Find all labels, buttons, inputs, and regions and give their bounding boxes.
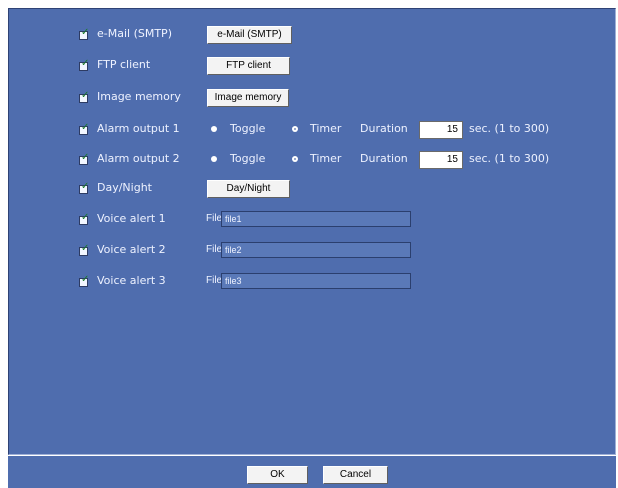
image-memory-label: Image memory [97,90,181,103]
checkmark-icon: ✓ [81,122,90,133]
voice-alert-2-label: Voice alert 2 [97,243,166,256]
alarm-output-1-label: Alarm output 1 [97,122,180,135]
voice-alert-1-file-label: File [206,213,223,224]
cancel-button[interactable]: Cancel [323,466,388,484]
alarm-output-2-label: Alarm output 2 [97,152,180,165]
row-alarm-output-1: ✓ Alarm output 1 Toggle Timer Duration 1… [9,121,615,143]
day-night-checkbox[interactable]: ✓ [79,181,90,194]
email-label: e-Mail (SMTP) [97,27,172,40]
image-memory-button[interactable]: Image memory [207,89,289,107]
checkmark-icon: ✓ [81,152,90,163]
settings-panel: ✓ e-Mail (SMTP) e-Mail (SMTP) ✓ FTP clie… [8,8,616,455]
alarm-output-1-range-label: sec. (1 to 300) [469,122,550,135]
day-night-button[interactable]: Day/Night [207,180,290,198]
alarm-output-1-toggle-radio[interactable] [211,126,217,132]
voice-alert-2-file-input[interactable]: file2 [221,242,411,258]
row-image-memory: ✓ Image memory Image memory [9,89,615,111]
alarm-output-1-toggle-label: Toggle [230,122,266,135]
alarm-output-2-timer-label: Timer [310,152,342,165]
ftp-button[interactable]: FTP client [207,57,290,75]
day-night-label: Day/Night [97,181,152,194]
checkmark-icon: ✓ [81,274,90,285]
checkmark-icon: ✓ [81,243,90,254]
voice-alert-2-file-label: File [206,244,223,255]
row-day-night: ✓ Day/Night Day/Night [9,180,615,202]
voice-alert-3-file-label: File [206,275,223,286]
email-checkbox[interactable]: ✓ [79,27,90,40]
checkmark-icon: ✓ [81,58,90,69]
checkmark-icon: ✓ [81,90,90,101]
alarm-output-1-timer-radio[interactable] [292,126,298,132]
row-voice-alert-2: ✓ Voice alert 2 File file2 [9,242,615,264]
voice-alert-3-checkbox[interactable]: ✓ [79,274,90,287]
footer-bar: OK Cancel [8,456,616,488]
row-email: ✓ e-Mail (SMTP) e-Mail (SMTP) [9,26,615,48]
row-ftp: ✓ FTP client FTP client [9,57,615,79]
email-button[interactable]: e-Mail (SMTP) [207,26,292,44]
checkmark-icon: ✓ [81,212,90,223]
checkmark-icon: ✓ [81,181,90,192]
alarm-output-2-range-label: sec. (1 to 300) [469,152,550,165]
voice-alert-2-checkbox[interactable]: ✓ [79,243,90,256]
alarm-output-2-timer-radio[interactable] [292,156,298,162]
voice-alert-3-file-input[interactable]: file3 [221,273,411,289]
alarm-output-2-toggle-radio[interactable] [211,156,217,162]
alarm-output-2-duration-input[interactable]: 15 [419,151,463,169]
alarm-output-1-duration-label: Duration [360,122,408,135]
ftp-checkbox[interactable]: ✓ [79,58,90,71]
alarm-output-2-checkbox[interactable]: ✓ [79,152,90,165]
checkmark-icon: ✓ [81,27,90,38]
voice-alert-1-checkbox[interactable]: ✓ [79,212,90,225]
row-voice-alert-3: ✓ Voice alert 3 File file3 [9,273,615,295]
voice-alert-1-file-input[interactable]: file1 [221,211,411,227]
alarm-output-1-checkbox[interactable]: ✓ [79,122,90,135]
alarm-output-2-duration-label: Duration [360,152,408,165]
image-memory-checkbox[interactable]: ✓ [79,90,90,103]
row-voice-alert-1: ✓ Voice alert 1 File file1 [9,211,615,233]
alarm-output-1-timer-label: Timer [310,122,342,135]
alarm-output-1-duration-input[interactable]: 15 [419,121,463,139]
row-alarm-output-2: ✓ Alarm output 2 Toggle Timer Duration 1… [9,151,615,173]
voice-alert-3-label: Voice alert 3 [97,274,166,287]
ftp-label: FTP client [97,58,151,71]
voice-alert-1-label: Voice alert 1 [97,212,166,225]
ok-button[interactable]: OK [247,466,308,484]
alarm-output-2-toggle-label: Toggle [230,152,266,165]
